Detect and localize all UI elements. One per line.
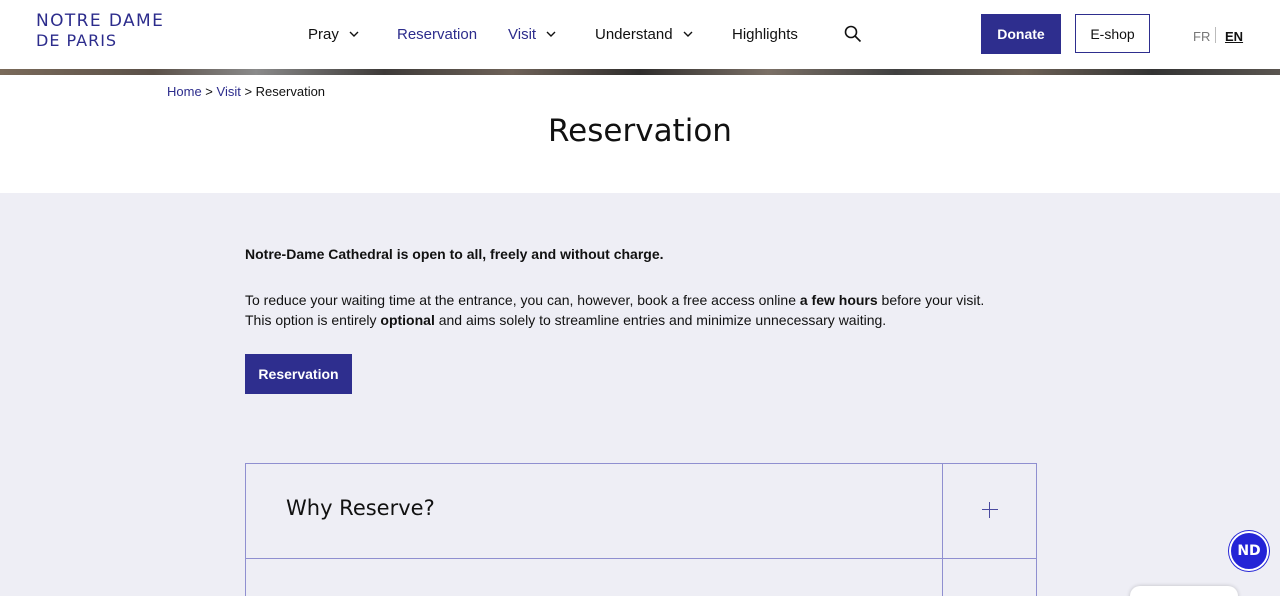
lang-en-link[interactable]: EN	[1225, 29, 1243, 44]
breadcrumb-visit[interactable]: Visit	[217, 84, 241, 99]
faq-accordion: Why Reserve?	[245, 463, 1037, 596]
accordion-divider	[942, 464, 943, 558]
nav-understand-label: Understand	[595, 25, 673, 43]
chevron-down-icon	[546, 31, 556, 37]
accordion-item[interactable]	[246, 559, 1036, 596]
nav-understand[interactable]: Understand	[595, 24, 693, 44]
para-text: This option is entirely	[245, 312, 381, 328]
logo-line-1: NOTRE DAME	[36, 11, 165, 31]
lang-separator	[1215, 27, 1216, 43]
nav-highlights[interactable]: Highlights	[732, 24, 798, 44]
para-text: To reduce your waiting time at the entra…	[245, 292, 800, 308]
breadcrumb-home[interactable]: Home	[167, 84, 202, 99]
plus-icon[interactable]	[980, 500, 1000, 520]
chat-widget-button[interactable]: ND	[1229, 531, 1269, 571]
accordion-title: Why Reserve?	[286, 496, 435, 520]
nav-visit[interactable]: Visit	[508, 24, 556, 44]
nav-pray[interactable]: Pray	[308, 24, 359, 44]
breadcrumb-separator: >	[201, 84, 217, 99]
nav-pray-label: Pray	[308, 25, 339, 43]
content-section: Notre-Dame Cathedral is open to all, fre…	[0, 193, 1280, 596]
intro-text: Notre-Dame Cathedral is open to all, fre…	[245, 246, 664, 262]
para-text: and aims solely to streamline entries an…	[434, 312, 887, 328]
site-logo[interactable]: NOTRE DAME DE PARIS	[36, 11, 196, 51]
para-emphasis: a few hours	[799, 292, 878, 308]
chevron-down-icon	[349, 31, 359, 37]
breadcrumb-separator: >	[240, 84, 256, 99]
chevron-down-icon	[683, 31, 693, 37]
nav-reservation-label: Reservation	[397, 25, 478, 43]
nav-highlights-label: Highlights	[732, 25, 798, 43]
logo-line-2: DE PARIS	[36, 31, 118, 50]
para-text: before your visit.	[877, 292, 985, 308]
nav-visit-label: Visit	[508, 25, 537, 43]
corner-widget[interactable]	[1130, 586, 1238, 596]
para-emphasis: optional	[380, 312, 435, 328]
search-icon[interactable]	[844, 25, 862, 43]
reservation-description: To reduce your waiting time at the entra…	[245, 290, 1045, 330]
breadcrumb: Home > Visit > Reservation	[167, 84, 325, 99]
breadcrumb-current: Reservation	[255, 84, 326, 99]
accordion-divider	[942, 559, 943, 596]
eshop-button[interactable]: E-shop	[1075, 14, 1150, 53]
hero-image-strip	[0, 69, 1280, 75]
accordion-item[interactable]: Why Reserve?	[246, 464, 1036, 559]
lang-fr-link[interactable]: FR	[1193, 29, 1210, 44]
reservation-button[interactable]: Reservation	[245, 354, 352, 394]
nav-reservation[interactable]: Reservation	[397, 24, 477, 44]
page-title: Reservation	[548, 113, 732, 149]
site-header: NOTRE DAME DE PARIS Pray Reservation Vis…	[0, 0, 1280, 69]
donate-button[interactable]: Donate	[981, 14, 1061, 54]
